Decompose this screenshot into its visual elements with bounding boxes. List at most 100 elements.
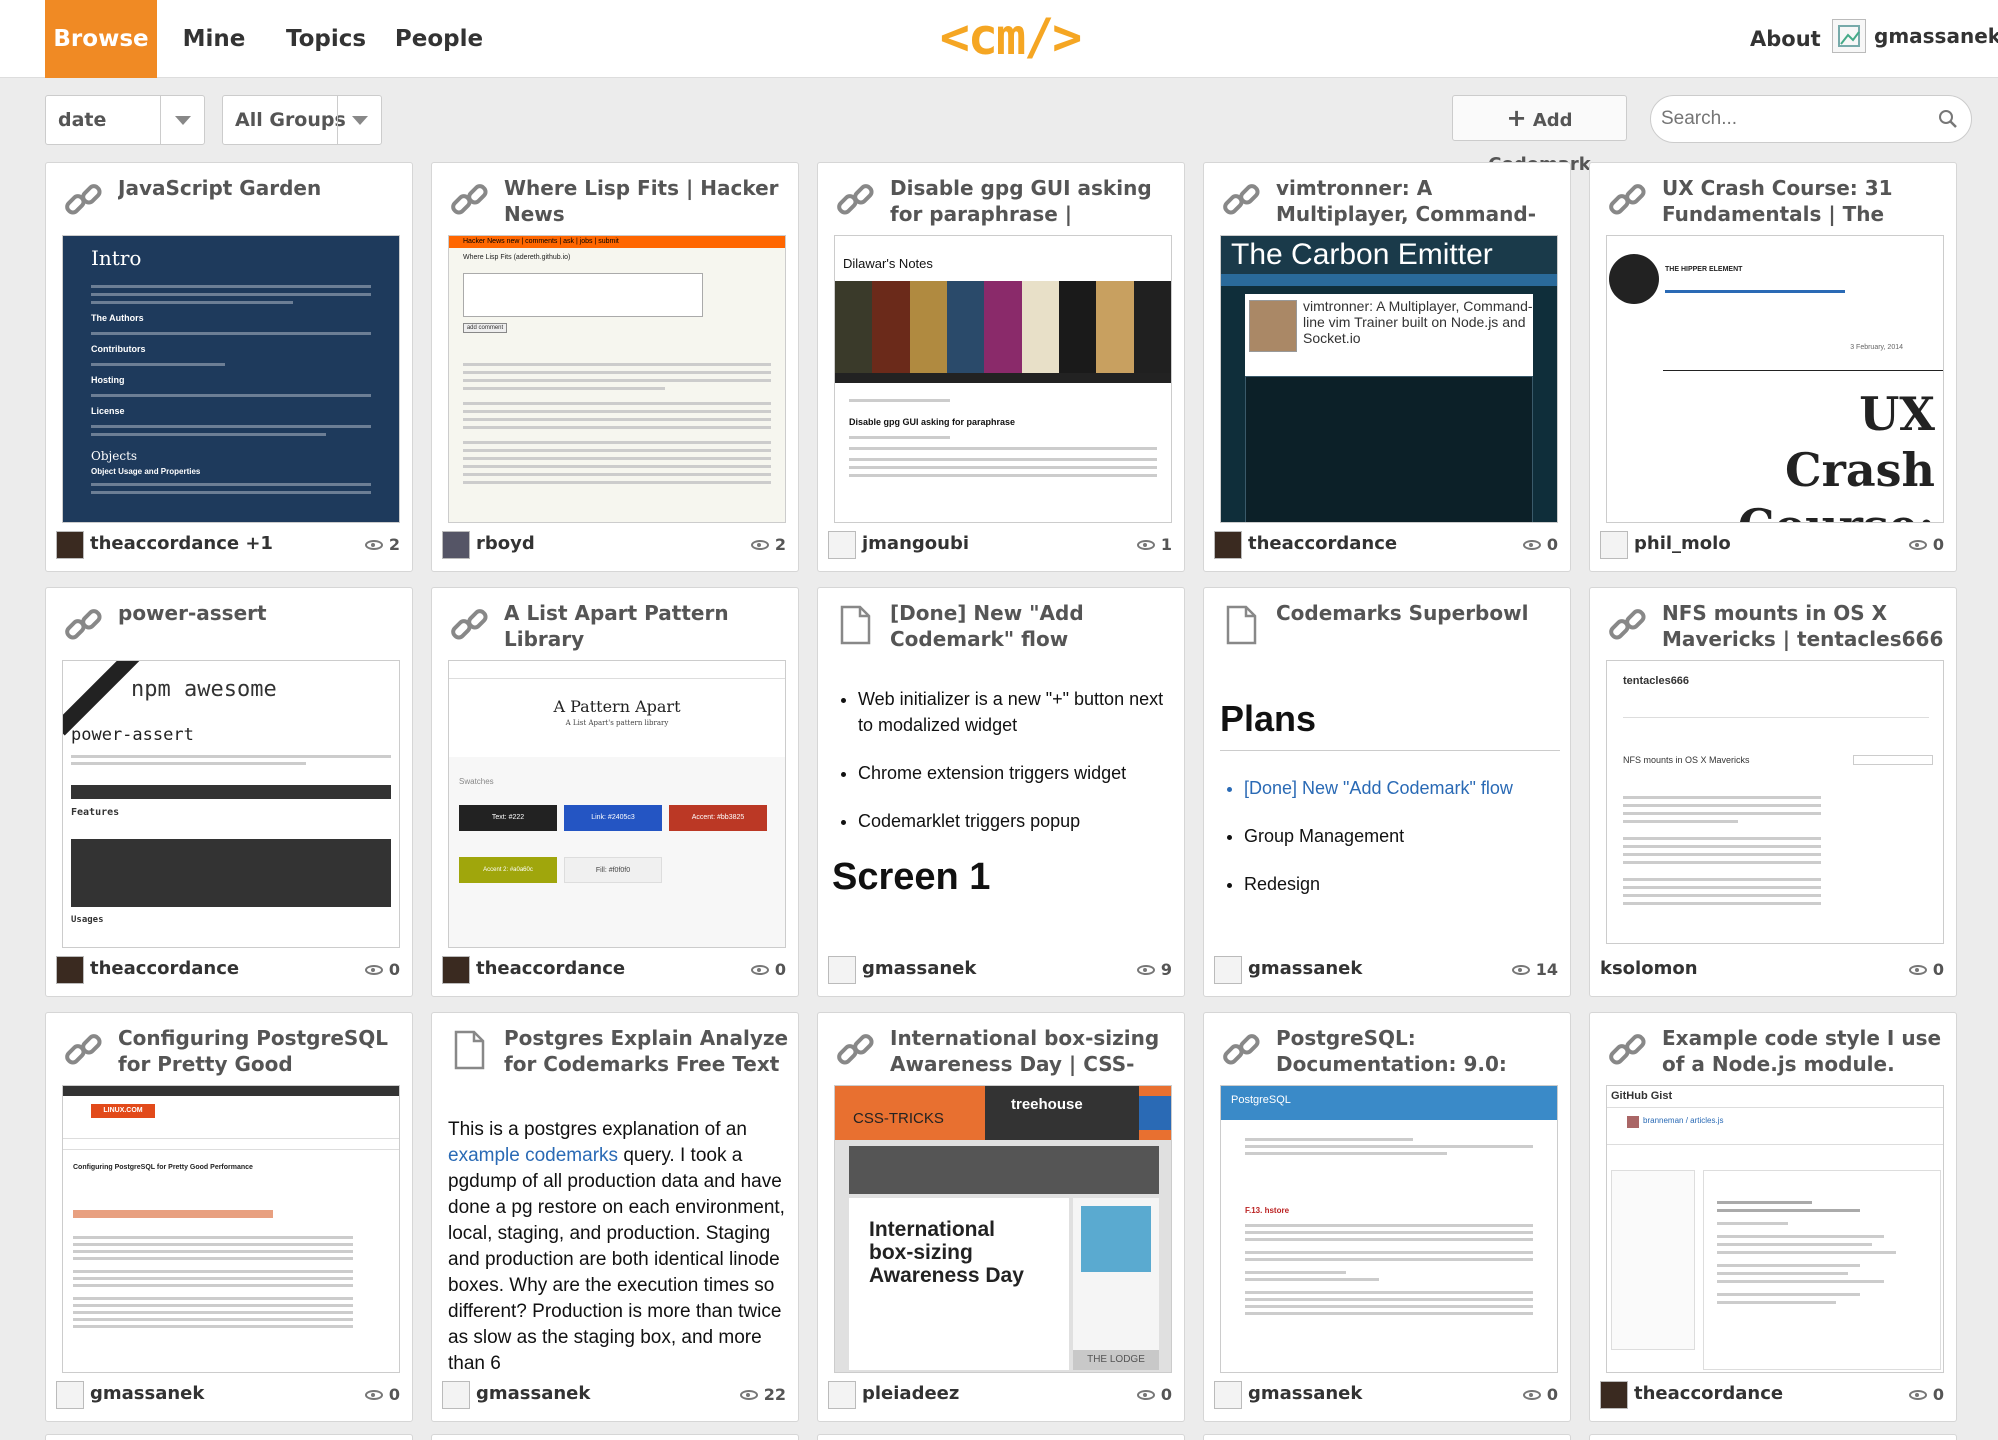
note-link[interactable]: example codemarks: [448, 1145, 618, 1166]
search-box[interactable]: [1650, 95, 1972, 143]
codemark-card[interactable]: [Done] New "Add Codemark" flow Web initi…: [817, 587, 1185, 997]
codemark-card[interactable]: Where Lisp Fits | Hacker News Hacker New…: [431, 162, 799, 572]
card-author[interactable]: theaccordance: [1248, 533, 1397, 554]
codemark-card[interactable]: [45, 1434, 413, 1440]
codemark-card[interactable]: International box-sizing Awareness Day |…: [817, 1012, 1185, 1422]
card-author[interactable]: theaccordance: [476, 958, 625, 979]
codemark-card[interactable]: Disable gpg GUI asking for paraphrase | …: [817, 162, 1185, 572]
search-icon[interactable]: [1937, 108, 1959, 130]
codemark-card[interactable]: vimtronner: A Multiplayer, Command-line …: [1203, 162, 1571, 572]
avatar[interactable]: [1214, 1381, 1242, 1409]
codemarks-logo[interactable]: <cm/>: [920, 8, 1100, 68]
thumb-text: F.13. hstore: [1245, 1206, 1290, 1215]
chevron-down-icon: [160, 96, 204, 144]
avatar[interactable]: [1600, 531, 1628, 559]
card-author[interactable]: gmassanek: [90, 1383, 204, 1404]
codemark-card[interactable]: Postgres Explain Analyze for Codemarks F…: [431, 1012, 799, 1422]
card-title[interactable]: Configuring PostgreSQL for Pretty Good P…: [118, 1025, 403, 1081]
codemark-card[interactable]: UX Crash Course: 31 Fundamentals | The H…: [1589, 162, 1957, 572]
avatar[interactable]: [828, 956, 856, 984]
card-author[interactable]: ksolomon: [1600, 958, 1698, 979]
avatar[interactable]: [1600, 1381, 1628, 1409]
codemark-card[interactable]: [1203, 1434, 1571, 1440]
page-thumbnail: tentacles666 NFS mounts in OS X Maverick…: [1606, 660, 1944, 944]
codemark-card[interactable]: Codemarks Superbowl Plans [Done] New "Ad…: [1203, 587, 1571, 997]
add-codemark-button[interactable]: + Add Codemark: [1452, 95, 1627, 175]
search-input[interactable]: [1661, 104, 1931, 134]
sort-select[interactable]: date: [45, 95, 205, 145]
card-title[interactable]: [Done] New "Add Codemark" flow: [890, 600, 1175, 652]
card-author[interactable]: phil_molo: [1634, 533, 1731, 554]
plus-icon: +: [1506, 104, 1527, 132]
avatar[interactable]: [56, 956, 84, 984]
card-author[interactable]: theaccordance +1: [90, 533, 273, 554]
tab-browse[interactable]: Browse: [45, 0, 157, 78]
card-title[interactable]: Disable gpg GUI asking for paraphrase | …: [890, 175, 1175, 231]
tab-mine[interactable]: Mine: [170, 0, 258, 78]
codemark-card[interactable]: [431, 1434, 799, 1440]
codemark-card[interactable]: PostgreSQL: Documentation: 9.0: hstore P…: [1203, 1012, 1571, 1422]
avatar[interactable]: [1214, 956, 1242, 984]
card-title[interactable]: vimtronner: A Multiplayer, Command-line …: [1276, 175, 1561, 231]
card-title[interactable]: power-assert: [118, 600, 403, 626]
card-author[interactable]: pleiadeez: [862, 1383, 959, 1404]
card-title[interactable]: Postgres Explain Analyze for Codemarks F…: [504, 1025, 789, 1081]
thumb-text: Dilawar's Notes: [843, 256, 933, 271]
codemark-card[interactable]: NFS mounts in OS X Mavericks | tentacles…: [1589, 587, 1957, 997]
card-footer: gmassanek 9: [828, 954, 1176, 990]
user-menu[interactable]: gmassanek: [1832, 16, 1998, 56]
views-value: 9: [1160, 960, 1172, 979]
eye-icon: [1136, 539, 1155, 550]
card-title[interactable]: Example code style I use of a Node.js mo…: [1662, 1025, 1947, 1081]
card-author[interactable]: theaccordance: [90, 958, 239, 979]
codemark-card[interactable]: JavaScript Garden Intro The Authors Cont…: [45, 162, 413, 572]
card-title[interactable]: A List Apart Pattern Library: [504, 600, 789, 652]
tab-topics[interactable]: Topics: [280, 0, 372, 78]
view-count: 0: [1908, 535, 1944, 554]
broken-image-icon: [1838, 25, 1860, 47]
card-title[interactable]: NFS mounts in OS X Mavericks | tentacles…: [1662, 600, 1947, 652]
note-heading: Screen 1: [832, 856, 991, 898]
tab-people[interactable]: People: [392, 0, 486, 78]
card-author[interactable]: gmassanek: [1248, 1383, 1362, 1404]
card-author[interactable]: gmassanek: [476, 1383, 590, 1404]
eye-icon: [1522, 539, 1541, 550]
avatar[interactable]: [442, 531, 470, 559]
card-title[interactable]: JavaScript Garden: [118, 175, 403, 201]
view-count: 0: [1908, 1385, 1944, 1404]
card-footer: phil_molo 0: [1600, 529, 1948, 565]
card-title[interactable]: Codemarks Superbowl: [1276, 600, 1561, 626]
card-title[interactable]: International box-sizing Awareness Day |…: [890, 1025, 1175, 1081]
avatar[interactable]: [442, 956, 470, 984]
avatar[interactable]: [828, 1381, 856, 1409]
card-author[interactable]: theaccordance: [1634, 1383, 1783, 1404]
groups-select[interactable]: All Groups: [222, 95, 382, 145]
avatar[interactable]: [56, 1381, 84, 1409]
avatar[interactable]: [56, 531, 84, 559]
thumb-text: Usages: [71, 915, 104, 925]
codemark-card[interactable]: Configuring PostgreSQL for Pretty Good P…: [45, 1012, 413, 1422]
card-title[interactable]: PostgreSQL: Documentation: 9.0: hstore: [1276, 1025, 1561, 1081]
card-title[interactable]: UX Crash Course: 31 Fundamentals | The H…: [1662, 175, 1947, 231]
codemark-card[interactable]: [1589, 1434, 1957, 1440]
link-icon: [65, 609, 102, 640]
thumb-text: NFS mounts in OS X Mavericks: [1623, 755, 1750, 765]
note-heading: Plans: [1220, 698, 1317, 739]
card-author[interactable]: gmassanek: [862, 958, 976, 979]
note-link[interactable]: [Done] New "Add Codemark" flow: [1244, 775, 1570, 801]
avatar[interactable]: [442, 1381, 470, 1409]
codemark-card[interactable]: Example code style I use of a Node.js mo…: [1589, 1012, 1957, 1422]
codemark-card[interactable]: A List Apart Pattern Library A Pattern A…: [431, 587, 799, 997]
avatar[interactable]: [1214, 531, 1242, 559]
card-title[interactable]: Where Lisp Fits | Hacker News: [504, 175, 789, 227]
avatar[interactable]: [828, 531, 856, 559]
codemark-card[interactable]: [817, 1434, 1185, 1440]
thumb-text: Objects: [91, 449, 138, 463]
card-author[interactable]: gmassanek: [1248, 958, 1362, 979]
top-navbar: Browse Mine Topics People <cm/> About gm…: [0, 0, 1998, 78]
card-author[interactable]: rboyd: [476, 533, 535, 554]
card-author[interactable]: jmangoubi: [862, 533, 969, 554]
view-count: 0: [1522, 535, 1558, 554]
codemark-card[interactable]: power-assert npm awesome power-assert Fe…: [45, 587, 413, 997]
about-link[interactable]: About: [1750, 0, 1821, 78]
